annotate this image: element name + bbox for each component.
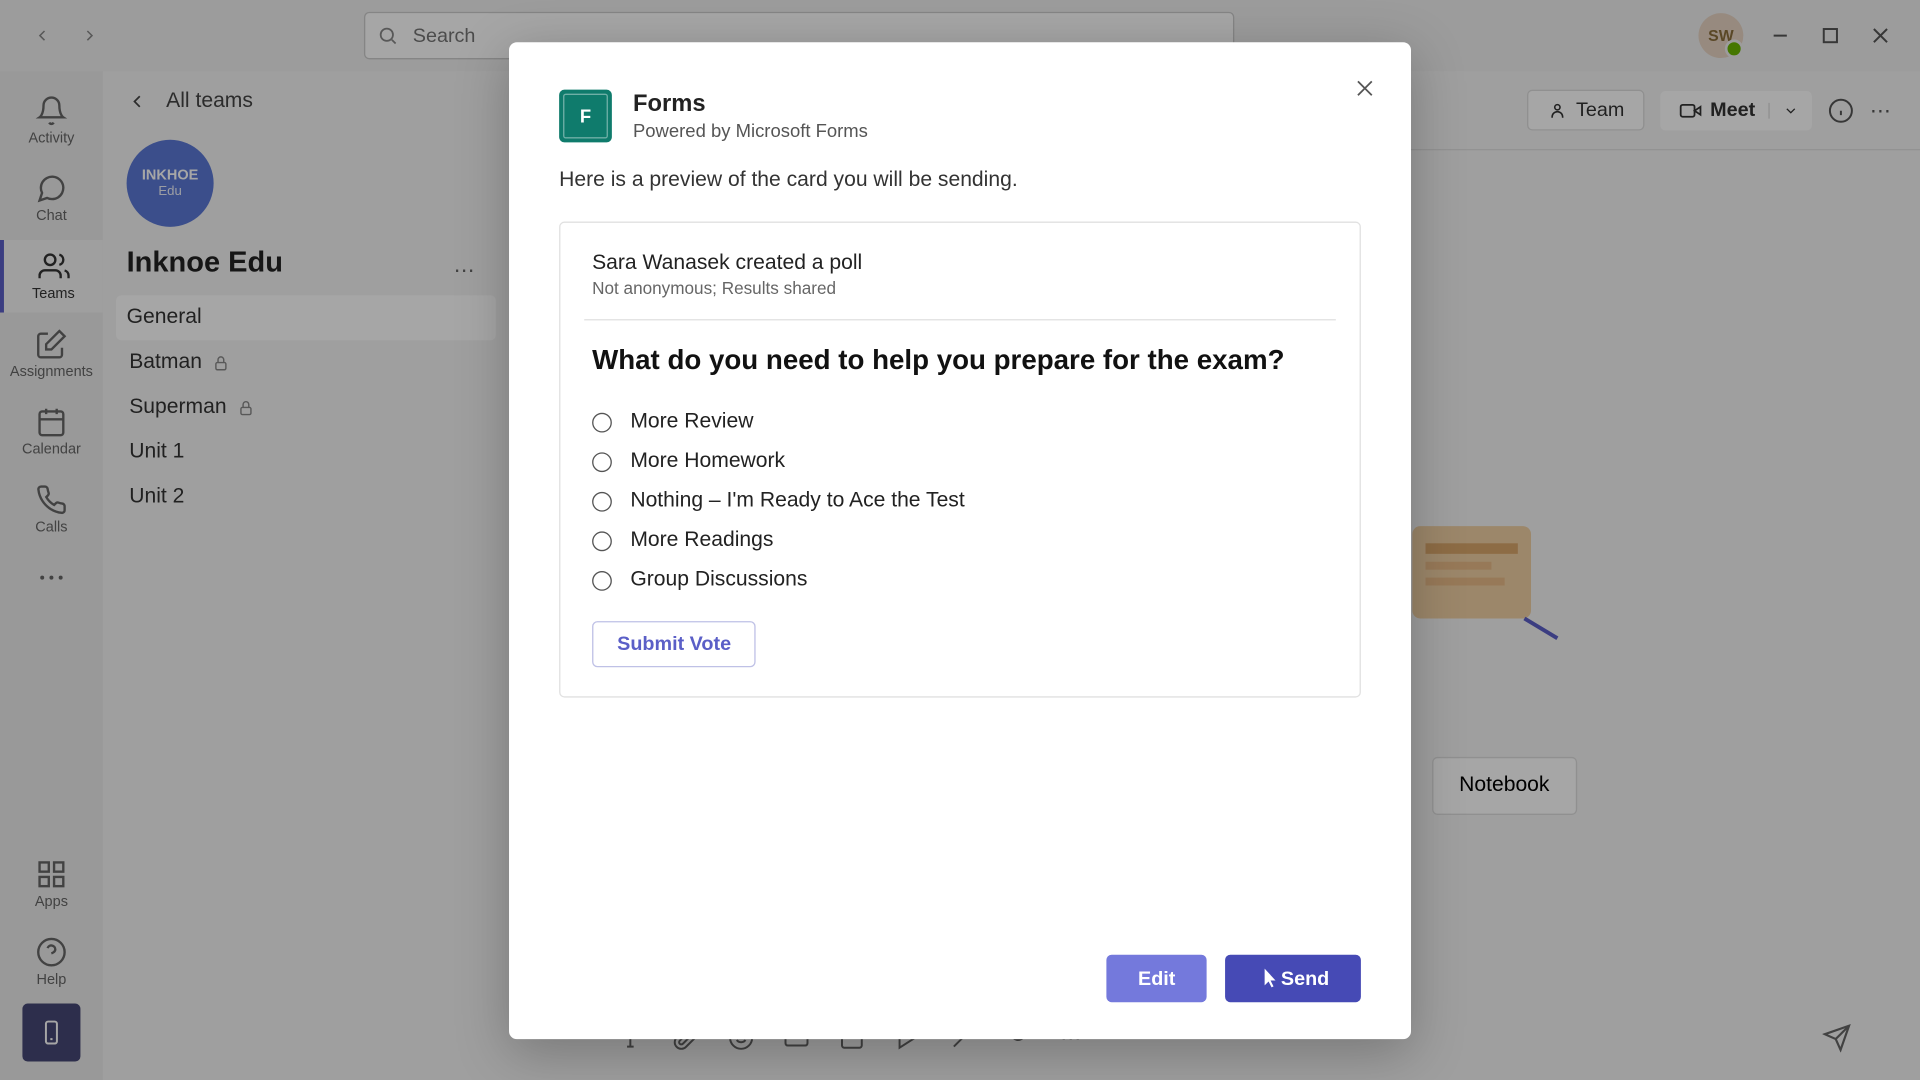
modal-app-sub: Powered by Microsoft Forms (633, 120, 868, 141)
send-label: Send (1281, 967, 1329, 989)
poll-meta: Not anonymous; Results shared (592, 278, 1328, 298)
poll-author: Sara Wanasek created a poll (592, 252, 1328, 276)
send-button[interactable]: Send (1225, 955, 1360, 1002)
radio-icon (592, 531, 612, 551)
radio-icon (592, 571, 612, 591)
poll-option[interactable]: Group Discussions (592, 561, 1328, 601)
poll-card: Sara Wanasek created a poll Not anonymou… (559, 222, 1361, 698)
poll-question: What do you need to help you prepare for… (592, 344, 1328, 379)
radio-icon (592, 412, 612, 432)
cursor-icon (1257, 967, 1281, 991)
submit-vote-button[interactable]: Submit Vote (592, 621, 756, 667)
poll-option[interactable]: More Review (592, 403, 1328, 443)
modal-app-name: Forms (633, 90, 868, 118)
poll-option[interactable]: Nothing – I'm Ready to Ace the Test (592, 482, 1328, 522)
forms-preview-modal: F Forms Powered by Microsoft Forms Here … (509, 42, 1411, 1039)
modal-description: Here is a preview of the card you will b… (559, 169, 1361, 193)
poll-option-label: Group Discussions (630, 569, 807, 593)
poll-option-label: Nothing – I'm Ready to Ace the Test (630, 490, 964, 514)
poll-option[interactable]: More Homework (592, 442, 1328, 482)
poll-option-label: More Review (630, 410, 753, 434)
radio-icon (592, 492, 612, 512)
radio-icon (592, 452, 612, 472)
forms-app-icon: F (559, 90, 612, 143)
poll-option-label: More Readings (630, 529, 773, 553)
modal-close-button[interactable] (1348, 71, 1382, 105)
poll-option[interactable]: More Readings (592, 521, 1328, 561)
poll-option-label: More Homework (630, 450, 785, 474)
edit-button[interactable]: Edit (1106, 955, 1207, 1002)
